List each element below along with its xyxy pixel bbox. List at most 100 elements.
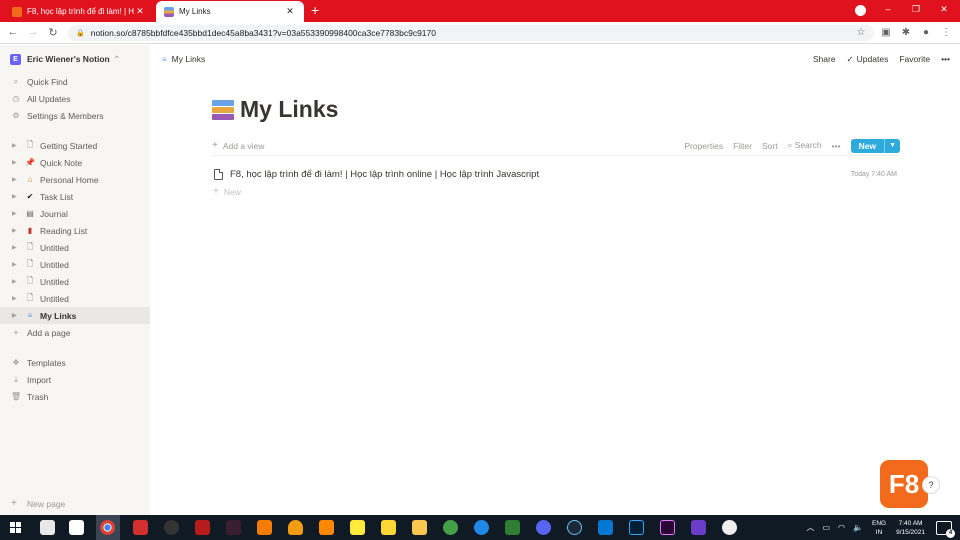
expand-caret-icon[interactable]: ▶ [12,142,20,149]
favorite-button[interactable]: Favorite [899,54,930,64]
back-arrow-icon[interactable]: ← [6,26,20,38]
sidebar-page-getting-started[interactable]: ▶ 🗋 Getting Started [0,137,150,154]
database-more-button[interactable]: ••• [832,141,841,151]
sidebar-page-untitled[interactable]: ▶ 🗋 Untitled [0,256,150,273]
extension-icon[interactable]: ▣ [880,27,892,38]
sidebar-item-label: Import [27,374,52,385]
properties-button[interactable]: Properties [684,141,723,151]
sidebar-item-templates[interactable]: ❖ Templates [0,354,150,371]
help-button[interactable]: ? [922,476,940,494]
sidebar-page-untitled[interactable]: ▶ 🗋 Untitled [0,290,150,307]
reload-icon[interactable]: ↻ [46,26,60,39]
maximize-icon[interactable]: ❐ [908,4,924,15]
tab-close-icon[interactable]: ✕ [134,6,146,17]
page-title[interactable]: My Links [240,96,338,123]
app-icon-chrome[interactable] [96,515,120,540]
expand-caret-icon[interactable]: ▶ [12,176,20,183]
expand-caret-icon[interactable]: ▶ [12,210,20,217]
app-icon-edge[interactable] [474,520,489,535]
app-icon-premiere[interactable] [660,520,675,535]
books-icon[interactable] [212,99,234,121]
app-icon-taskview[interactable] [40,520,55,535]
search-button[interactable]: ⌕ Search [788,140,822,151]
new-page-button[interactable]: + New page [0,498,150,509]
browser-menu-icon[interactable]: ⋮ [940,27,952,38]
browser-tab-my-links[interactable]: My Links ✕ [156,1,304,22]
app-icon-discord[interactable] [536,520,551,535]
sidebar-item-settings[interactable]: ⚙ Settings & Members [0,107,150,124]
expand-caret-icon[interactable]: ▶ [12,244,20,251]
add-view-button[interactable]: + Add a view [212,140,264,151]
new-record-button[interactable]: New ▼ [850,138,900,153]
sidebar-item-trash[interactable]: 🗑 Trash [0,388,150,405]
expand-caret-icon[interactable]: ▶ [12,261,20,268]
sidebar-page-task-list[interactable]: ▶ ✔ Task List [0,188,150,205]
breadcrumb[interactable]: ≡ My Links [150,54,205,64]
sidebar-page-personal-home[interactable]: ▶ ⌂ Personal Home [0,171,150,188]
sidebar-page-my-links[interactable]: ▶ ≡ My Links [0,307,150,324]
app-icon-app[interactable] [505,520,520,535]
notification-center-icon[interactable]: 4 [936,520,955,538]
windows-start-icon[interactable] [10,522,21,533]
account-icon[interactable]: ● [920,27,932,38]
app-icon-cloudflare[interactable] [288,520,303,535]
address-bar[interactable]: 🔒 notion.so/c8785bbfdfce435bbd1dec45a8ba… [68,25,874,41]
list-item[interactable]: F8, học lập trình để đi làm! | Học lập t… [212,164,900,184]
app-icon-app[interactable] [443,520,458,535]
app-icon-xampp[interactable] [257,520,272,535]
app-icon-app[interactable] [226,520,241,535]
battery-icon[interactable]: ▭ [822,523,830,532]
app-icon-steam[interactable] [567,520,582,535]
app-icon-app[interactable] [164,520,179,535]
sort-button[interactable]: Sort [762,141,778,151]
expand-caret-icon[interactable]: ▶ [12,295,20,302]
expand-caret-icon[interactable]: ▶ [12,278,20,285]
app-icon-visual-studio[interactable] [691,520,706,535]
sidebar-page-journal[interactable]: ▶ ▤ Journal [0,205,150,222]
puzzle-icon[interactable]: ✱ [900,27,912,38]
workspace-switcher[interactable]: E Eric Wiener's Notion ⌃ [0,45,150,73]
more-options-button[interactable]: ••• [941,54,950,64]
app-icon-medium[interactable] [69,520,84,535]
app-icon-sticky-notes[interactable] [381,520,396,535]
wifi-icon[interactable]: ◠ [838,523,845,532]
expand-caret-icon[interactable]: ▶ [12,312,20,319]
app-icon-flash[interactable] [133,520,148,535]
expand-caret-icon[interactable]: ▶ [12,159,20,166]
add-page-button[interactable]: + Add a page [0,324,150,341]
app-icon-github[interactable] [722,520,737,535]
sidebar-page-quick-note[interactable]: ▶ 📌 Quick Note [0,154,150,171]
tab-close-icon[interactable]: ✕ [284,6,296,17]
sidebar-page-untitled[interactable]: ▶ 🗋 Untitled [0,239,150,256]
volume-icon[interactable]: 🔈 [853,523,863,532]
app-icon-app[interactable] [195,520,210,535]
app-icon-app[interactable] [350,520,365,535]
new-tab-button[interactable]: + [311,3,319,17]
expand-caret-icon[interactable]: ▶ [12,193,20,200]
chevron-down-icon[interactable]: ▼ [884,138,900,153]
window-close-icon[interactable]: ✕ [936,4,952,15]
clock[interactable]: 7:40 AM 9/15/2021 [896,519,925,537]
app-icon-photoshop[interactable] [629,520,644,535]
language-indicator[interactable]: ENG IN [872,519,886,537]
sidebar-page-untitled[interactable]: ▶ 🗋 Untitled [0,273,150,290]
chevron-up-icon[interactable]: ︿ [806,522,814,533]
app-icon-vscode[interactable] [598,520,613,535]
bookmark-star-icon[interactable]: ☆ [855,27,867,38]
new-row-button[interactable]: + New [213,186,241,197]
forward-arrow-icon[interactable]: → [26,26,40,38]
browser-profile-icon[interactable] [855,5,866,16]
expand-caret-icon[interactable]: ▶ [12,227,20,234]
f8-logo-badge[interactable]: F8 [880,460,928,508]
sidebar-item-quick-find[interactable]: ⌕ Quick Find [0,73,150,90]
updates-button[interactable]: ✓ Updates [847,54,889,65]
minimize-icon[interactable]: – [880,4,896,14]
app-icon-vlc[interactable] [319,520,334,535]
sidebar-page-reading-list[interactable]: ▶ ▮ Reading List [0,222,150,239]
sidebar-item-import[interactable]: ⤓ Import [0,371,150,388]
share-button[interactable]: Share [813,54,836,64]
app-icon-file-explorer[interactable] [412,520,427,535]
sidebar-item-all-updates[interactable]: ◷ All Updates [0,90,150,107]
filter-button[interactable]: Filter [733,141,752,151]
browser-tab-f8[interactable]: F8, học lập trình để đi làm! | Học ✕ [4,1,154,22]
